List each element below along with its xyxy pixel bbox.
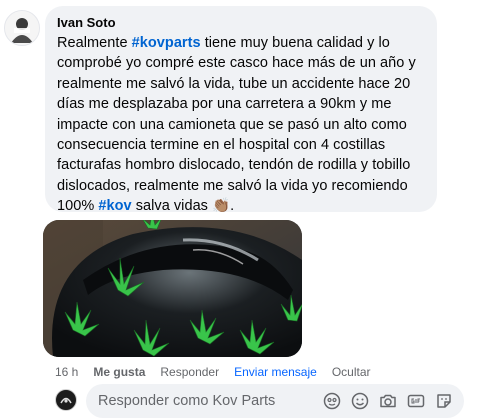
reply-composer bbox=[86, 384, 464, 418]
helmet-photo bbox=[43, 220, 302, 357]
reply-button[interactable]: Responder bbox=[160, 364, 219, 380]
hashtag-link[interactable]: #kov bbox=[98, 198, 131, 214]
sticker-icon[interactable] bbox=[434, 391, 454, 411]
emoji-icon[interactable] bbox=[350, 391, 370, 411]
comment-timestamp[interactable]: 16 h bbox=[55, 364, 78, 380]
like-button[interactable]: Me gusta bbox=[93, 364, 145, 380]
comment-author[interactable]: Ivan Soto bbox=[57, 15, 425, 31]
hide-button[interactable]: Ocultar bbox=[332, 364, 371, 380]
clapping-hands-emoji: 👏🏽 bbox=[212, 198, 231, 215]
comment-text-segment: . bbox=[230, 198, 235, 215]
avatar-sticker-icon[interactable] bbox=[322, 391, 342, 411]
avatar-photo-icon bbox=[5, 11, 39, 45]
comment-photo[interactable] bbox=[43, 220, 302, 357]
comment-actions: 16 h Me gusta Responder Enviar mensaje O… bbox=[55, 364, 386, 380]
commenter-avatar[interactable] bbox=[4, 10, 40, 46]
gif-icon[interactable] bbox=[406, 391, 426, 411]
kov-logo-icon bbox=[57, 391, 75, 409]
send-message-button[interactable]: Enviar mensaje bbox=[234, 364, 317, 380]
comment-text-segment: Realmente bbox=[57, 35, 132, 51]
comment-text-segment: tiene muy buena calidad y lo comprobé yo… bbox=[57, 35, 416, 215]
hashtag-link[interactable]: #kovparts bbox=[132, 35, 201, 51]
comment-bubble: Ivan Soto Realmente #kovparts tiene muy … bbox=[45, 6, 437, 214]
reply-input[interactable] bbox=[98, 393, 314, 409]
comment-text: Realmente #kovparts tiene muy buena cali… bbox=[57, 33, 425, 217]
camera-icon[interactable] bbox=[378, 391, 398, 411]
comment-text-segment: salva vidas bbox=[131, 198, 213, 215]
page-avatar[interactable] bbox=[55, 389, 77, 411]
